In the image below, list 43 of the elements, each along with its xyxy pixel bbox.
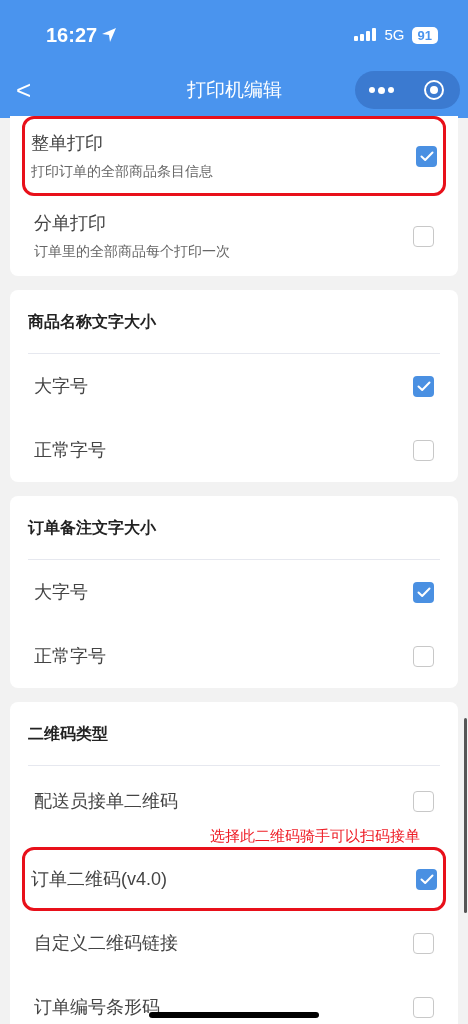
option-label: 配送员接单二维码 [34, 789, 178, 813]
option-label: 分单打印 [34, 212, 107, 235]
option-label: 大字号 [34, 374, 88, 398]
option-row[interactable]: 大字号 [28, 354, 440, 418]
option-row[interactable]: 分单打印 订单里的全部商品每个打印一次 [28, 196, 440, 276]
checkbox[interactable] [416, 145, 437, 167]
option-row[interactable]: 大字号 [28, 560, 440, 624]
option-label: 自定义二维码链接 [34, 931, 178, 955]
checkbox[interactable] [413, 375, 434, 397]
location-arrow-icon [101, 27, 118, 43]
checkbox[interactable] [413, 932, 434, 954]
checkbox[interactable] [413, 581, 434, 603]
option-row[interactable]: 正常字号 [28, 418, 440, 482]
option-row[interactable]: 正常字号 [28, 624, 440, 688]
option-row[interactable]: 配送员接单二维码 [28, 778, 440, 824]
battery-level: 91 [411, 26, 438, 44]
option-row[interactable]: 自定义二维码链接 [28, 911, 440, 975]
checkbox[interactable] [413, 996, 434, 1018]
checkbox[interactable] [413, 439, 434, 461]
checkbox[interactable] [416, 868, 437, 890]
checkbox[interactable] [413, 225, 434, 247]
option-label: 整单打印 [31, 132, 104, 155]
option-label: 正常字号 [34, 644, 106, 668]
check-icon [419, 150, 434, 162]
option-description: 订单里的全部商品每个打印一次 [34, 242, 230, 261]
option-label: 正常字号 [34, 438, 106, 462]
signal-icon [353, 28, 378, 42]
network-label: 5G [384, 24, 405, 45]
section-title: 二维码类型 [28, 723, 108, 744]
section-title: 商品名称文字大小 [28, 311, 156, 332]
check-icon [416, 586, 431, 598]
section-title: 订单备注文字大小 [28, 517, 156, 538]
checkbox[interactable] [413, 790, 434, 812]
status-time: 16:27 [46, 23, 98, 48]
option-row[interactable]: 整单打印 打印订单的全部商品条目信息 [22, 116, 446, 196]
option-row[interactable]: 订单二维码(v4.0) [22, 847, 446, 911]
checkbox[interactable] [413, 645, 434, 667]
option-label: 订单二维码(v4.0) [31, 867, 167, 891]
option-description: 打印订单的全部商品条目信息 [31, 162, 213, 181]
check-icon [419, 873, 434, 885]
check-icon [416, 380, 431, 392]
option-label: 大字号 [34, 580, 88, 604]
page-title: 打印机编辑 [186, 77, 282, 102]
